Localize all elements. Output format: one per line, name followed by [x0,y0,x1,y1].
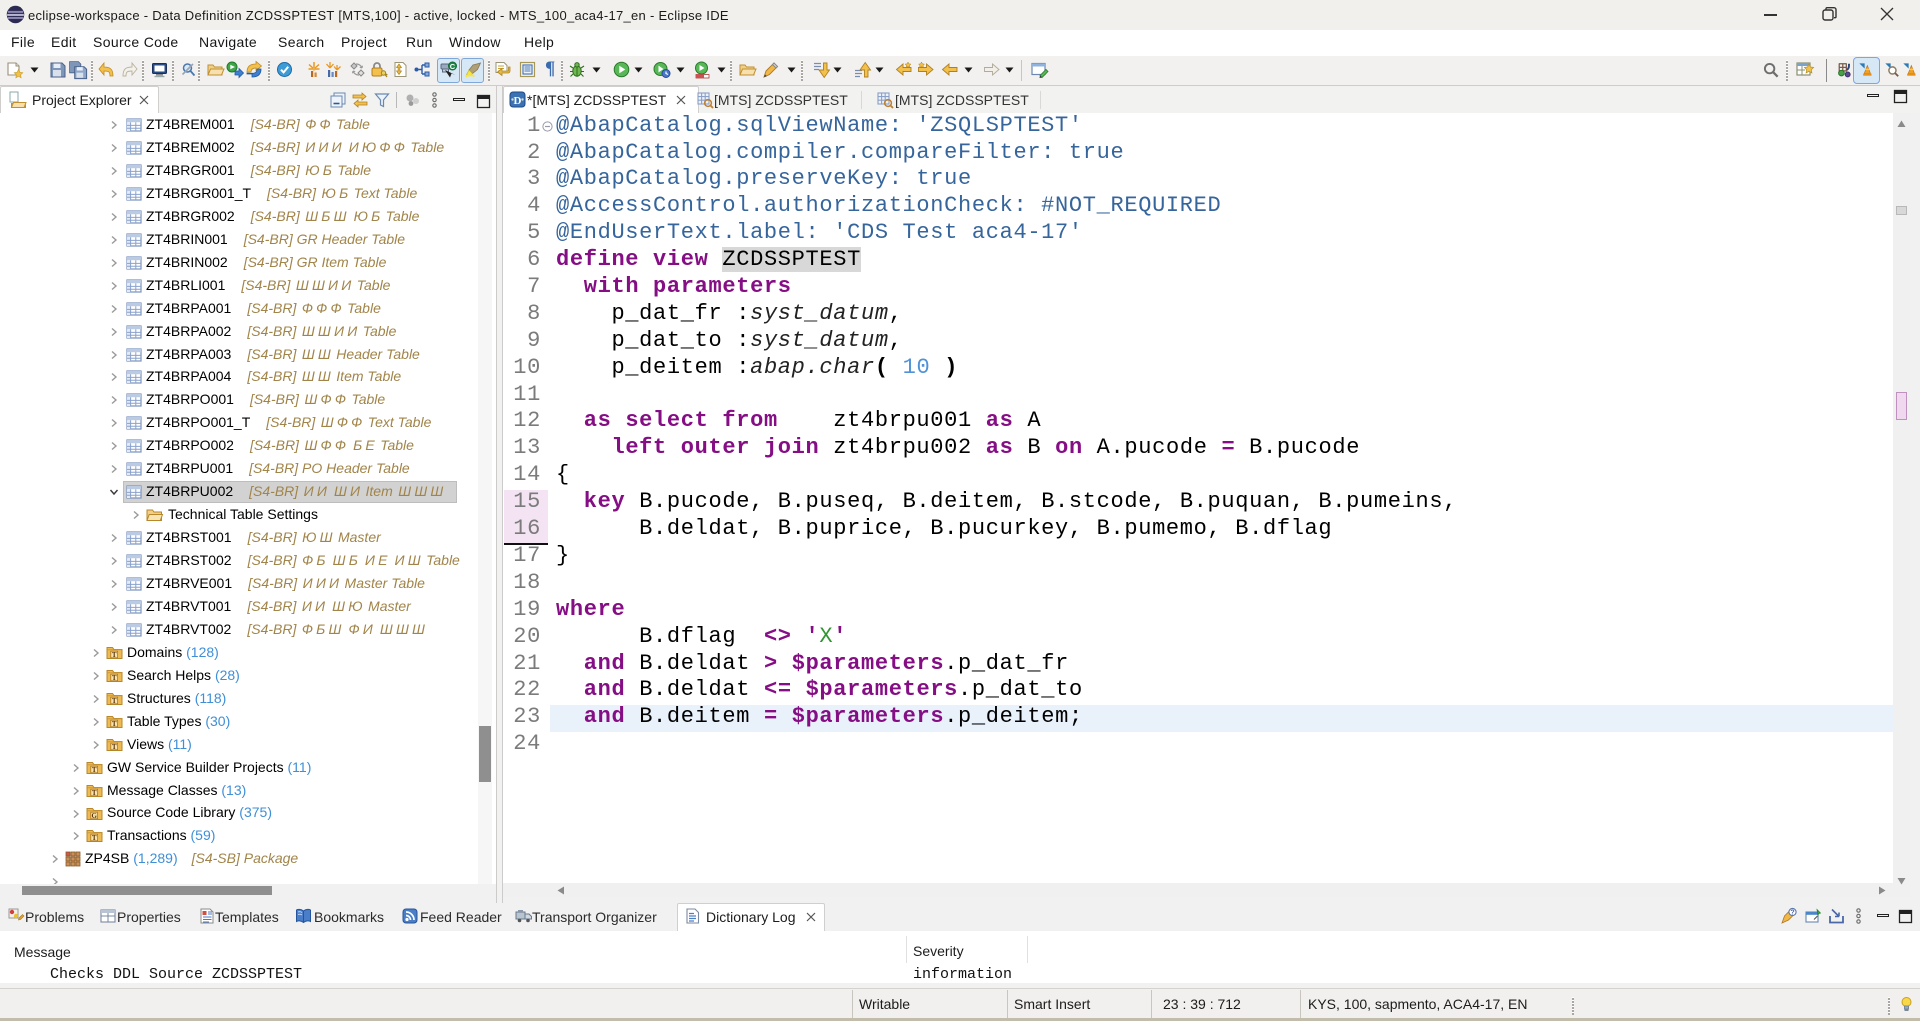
svg-text:T: T [112,674,117,682]
svg-text:T: T [92,788,97,796]
svg-text:T: T [112,651,117,659]
svg-text:D: D [514,95,522,107]
svg-text:T: T [112,697,117,705]
svg-text:T: T [112,742,117,750]
svg-text:T: T [92,834,97,842]
svg-text:T: T [92,765,97,773]
svg-text:G: G [91,811,97,819]
svg-text:C: C [450,62,456,71]
svg-text:T: T [112,719,117,727]
svg-text:?: ? [1790,910,1794,917]
